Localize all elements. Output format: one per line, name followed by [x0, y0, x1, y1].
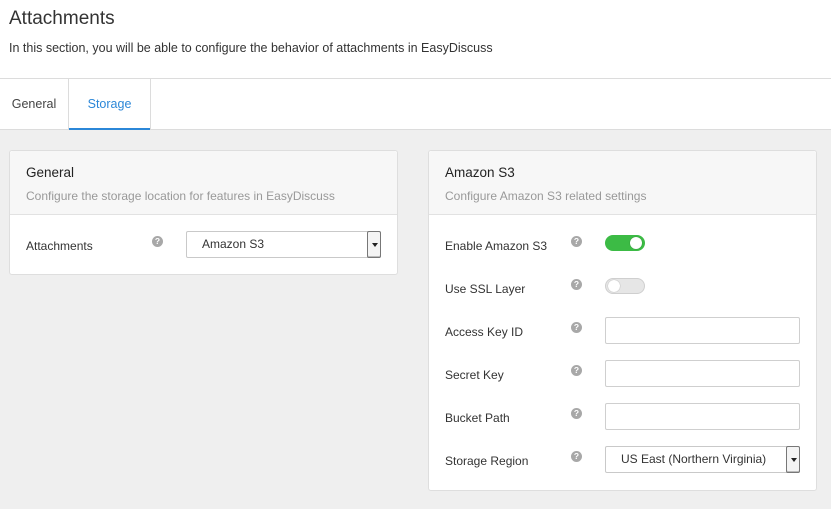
attachments-label: Attachments [26, 239, 93, 253]
bucket-path-label: Bucket Path [445, 411, 510, 425]
help-icon[interactable]: ? [571, 451, 582, 462]
help-icon[interactable]: ? [571, 322, 582, 333]
page-title: Attachments [9, 8, 115, 29]
amazon-s3-panel-description: Configure Amazon S3 related settings [445, 189, 647, 203]
chevron-down-icon [367, 231, 381, 258]
general-panel-title: General [26, 165, 75, 180]
general-panel-description: Configure the storage location for featu… [26, 189, 335, 203]
secret-key-input[interactable] [605, 360, 800, 387]
use-ssl-label: Use SSL Layer [445, 282, 526, 296]
secret-key-label: Secret Key [445, 368, 504, 382]
amazon-s3-panel: Amazon S3 Configure Amazon S3 related se… [428, 150, 817, 491]
enable-s3-label: Enable Amazon S3 [445, 239, 548, 253]
tab-storage[interactable]: Storage [69, 79, 151, 130]
storage-region-value: US East (Northern Virginia) [621, 452, 767, 466]
access-key-label: Access Key ID [445, 325, 524, 339]
tab-general[interactable]: General [0, 79, 69, 130]
enable-s3-toggle[interactable] [605, 235, 645, 251]
bucket-path-input[interactable] [605, 403, 800, 430]
chevron-down-icon [786, 446, 800, 473]
attachments-storage-select[interactable]: Amazon S3 [186, 231, 381, 258]
help-icon[interactable]: ? [152, 236, 163, 247]
tab-bar: General Storage [0, 79, 831, 130]
storage-region-select[interactable]: US East (Northern Virginia) [605, 446, 800, 473]
help-icon[interactable]: ? [571, 236, 582, 247]
general-panel-header: General Configure the storage location f… [10, 151, 397, 215]
amazon-s3-panel-title: Amazon S3 [445, 165, 515, 180]
general-panel: General Configure the storage location f… [9, 150, 398, 275]
page-header: Attachments In this section, you will be… [0, 0, 831, 79]
help-icon[interactable]: ? [571, 408, 582, 419]
toggle-knob [608, 280, 620, 292]
toggle-knob [630, 237, 642, 249]
access-key-input[interactable] [605, 317, 800, 344]
page-subtitle: In this section, you will be able to con… [9, 41, 493, 55]
help-icon[interactable]: ? [571, 365, 582, 376]
use-ssl-toggle[interactable] [605, 278, 645, 294]
help-icon[interactable]: ? [571, 279, 582, 290]
attachments-storage-value: Amazon S3 [202, 237, 265, 251]
storage-region-label: Storage Region [445, 454, 529, 468]
amazon-s3-panel-header: Amazon S3 Configure Amazon S3 related se… [429, 151, 816, 215]
